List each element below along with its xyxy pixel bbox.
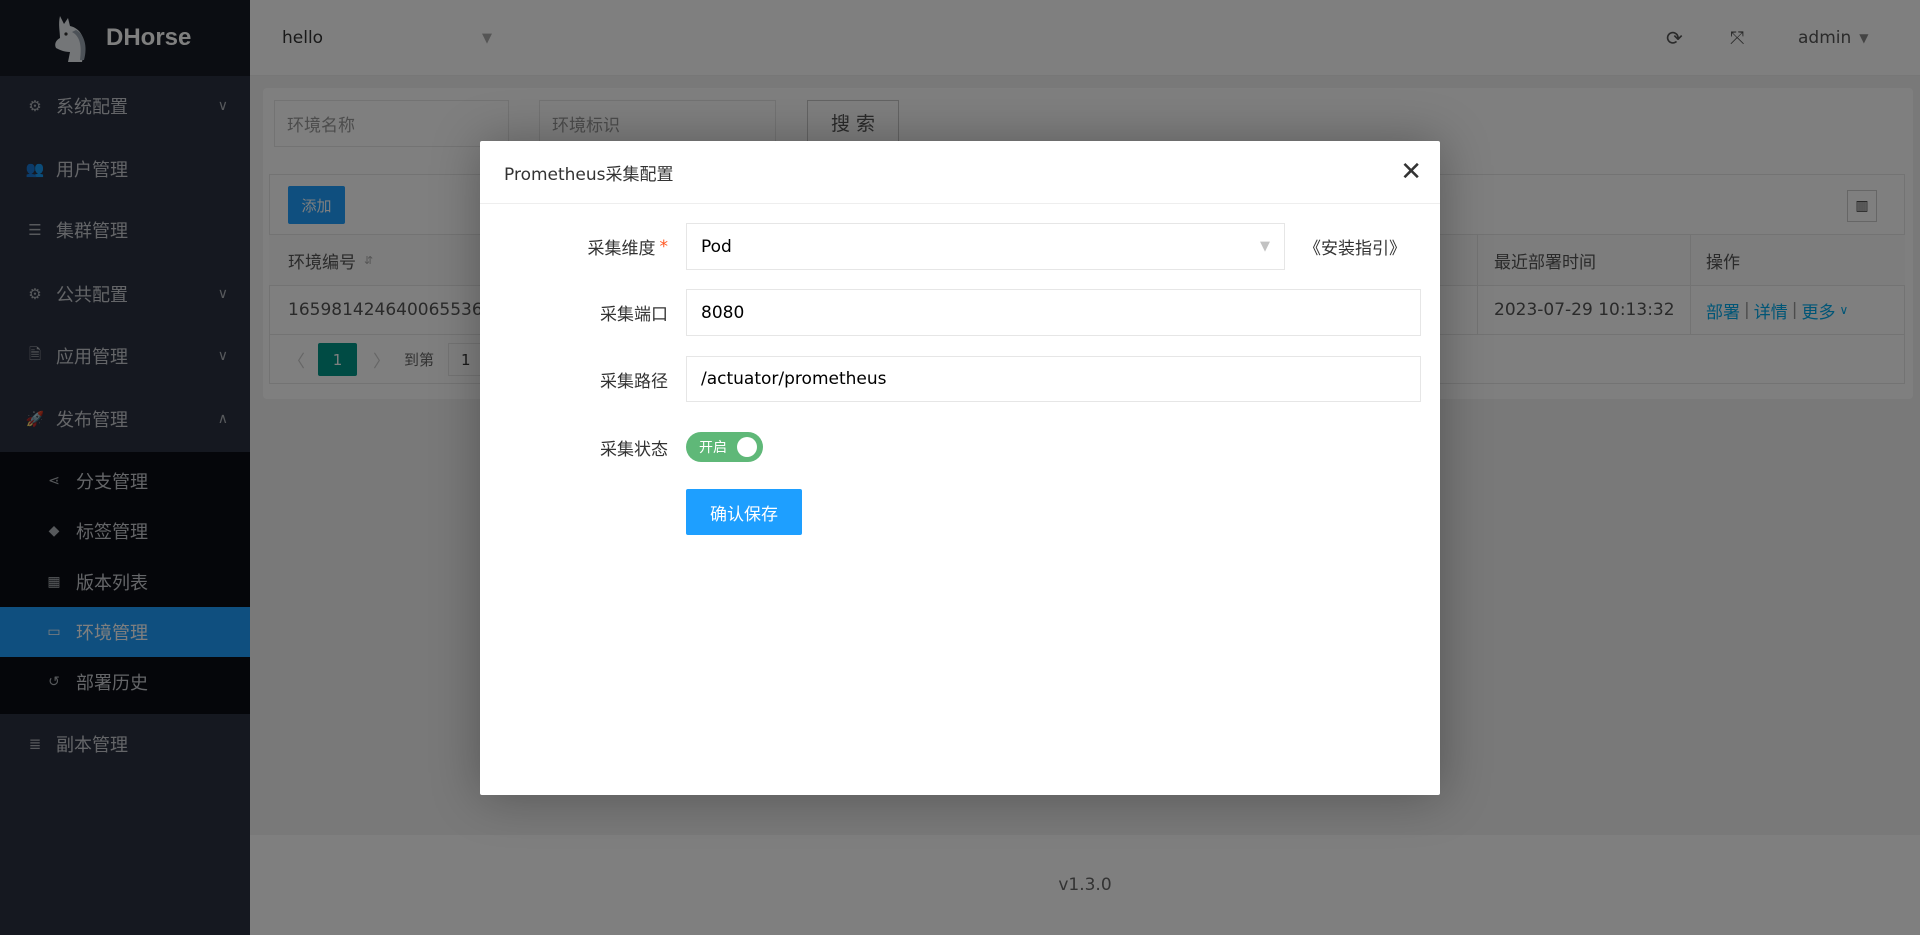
select-value: Pod <box>701 237 732 257</box>
divider <box>480 203 1440 204</box>
modal-title: Prometheus采集配置 <box>504 141 674 203</box>
install-guide-link[interactable]: 《安装指引》 <box>1304 223 1406 270</box>
port-label: 采集端口 <box>480 289 668 336</box>
path-label: 采集路径 <box>480 356 668 402</box>
port-input[interactable]: 8080 <box>686 289 1421 336</box>
dimension-select[interactable]: Pod ▼ <box>686 223 1285 270</box>
dimension-label: 采集维度* <box>480 223 668 270</box>
caret-down-icon: ▼ <box>1260 239 1270 254</box>
status-toggle[interactable]: 开启 <box>686 432 763 462</box>
close-icon: ✕ <box>1400 157 1422 187</box>
save-button[interactable]: 确认保存 <box>686 489 802 535</box>
path-input[interactable]: /actuator/prometheus <box>686 356 1421 402</box>
close-button[interactable]: ✕ <box>1400 157 1422 187</box>
status-label: 采集状态 <box>480 432 668 462</box>
prometheus-config-modal: Prometheus采集配置 ✕ 采集维度* Pod ▼ 《安装指引》 采集端口… <box>480 141 1440 795</box>
toggle-text: 开启 <box>699 437 727 457</box>
label-text: 采集维度 <box>588 234 656 259</box>
required-mark: * <box>660 237 669 257</box>
toggle-knob <box>737 437 757 457</box>
